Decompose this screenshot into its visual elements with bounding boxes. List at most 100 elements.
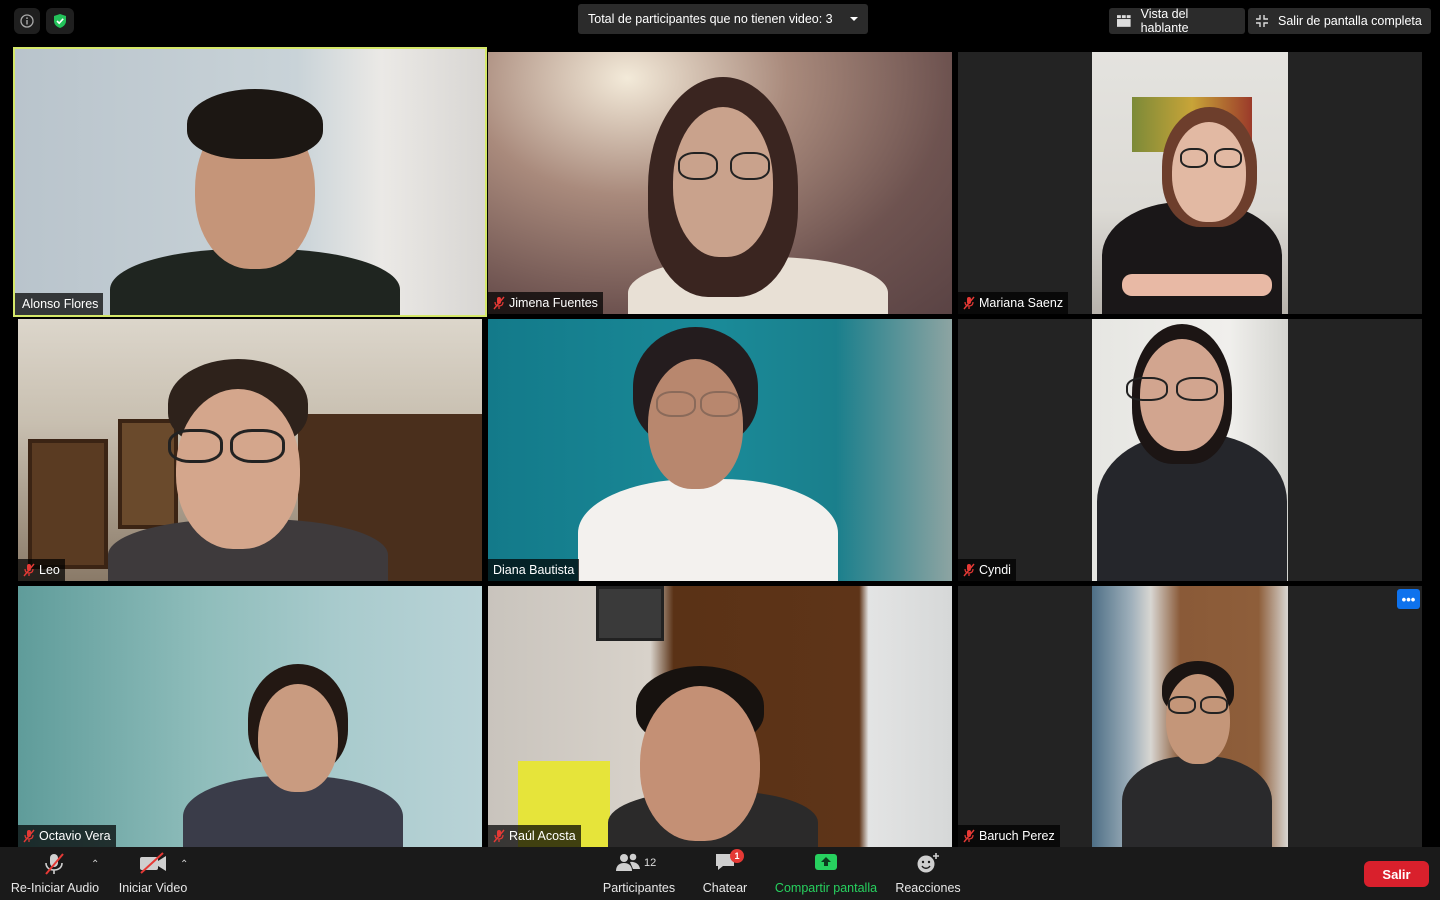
video-feed xyxy=(18,586,482,847)
encryption-button[interactable] xyxy=(46,8,74,34)
video-feed xyxy=(1092,319,1288,581)
video-button[interactable]: Iniciar Video xyxy=(114,847,192,900)
chat-unread-badge: 1 xyxy=(730,849,744,863)
glasses xyxy=(1200,696,1228,714)
video-tile-alonso-flores[interactable]: Alonso Flores xyxy=(13,47,487,317)
reactions-icon xyxy=(917,853,939,873)
person-face xyxy=(1172,122,1246,222)
video-off-icon xyxy=(140,852,166,874)
share-screen-button[interactable]: Compartir pantalla xyxy=(772,847,880,900)
exit-fullscreen-label: Salir de pantalla completa xyxy=(1278,14,1422,28)
person-face xyxy=(673,107,773,257)
person-figure xyxy=(1122,756,1272,847)
participant-name: Mariana Saenz xyxy=(979,296,1064,310)
meeting-controls-toolbar: Re-Iniciar Audio ⌃ Iniciar Video ⌃ 12 Pa… xyxy=(0,847,1440,900)
video-feed xyxy=(18,319,482,581)
audio-button[interactable]: Re-Iniciar Audio xyxy=(8,847,102,900)
participant-name: Alonso Flores xyxy=(22,297,99,311)
glasses xyxy=(230,429,285,463)
glasses xyxy=(1214,148,1242,168)
chat-icon-wrap: 1 xyxy=(714,849,744,874)
participants-label: Participantes xyxy=(602,881,676,895)
video-tile-baruch-perez[interactable]: Baruch Perez xyxy=(958,586,1422,847)
video-feed xyxy=(15,49,485,315)
meeting-info-button[interactable] xyxy=(14,8,40,34)
muted-mic-icon xyxy=(493,296,505,310)
participant-name-tag: Cyndi xyxy=(958,559,1016,581)
video-tile-jimena-fuentes[interactable]: Jimena Fuentes xyxy=(488,52,952,314)
chevron-down-icon xyxy=(850,17,858,21)
person-face xyxy=(258,684,338,792)
exit-fullscreen-button[interactable]: Salir de pantalla completa xyxy=(1248,8,1431,34)
video-feed xyxy=(488,586,952,847)
muted-mic-icon xyxy=(493,829,505,843)
shield-check-icon xyxy=(54,14,66,28)
info-icon xyxy=(20,14,34,28)
glasses xyxy=(1168,696,1196,714)
video-feed xyxy=(488,319,952,581)
video-tile-diana-bautista[interactable]: Diana Bautista xyxy=(488,319,952,581)
glasses xyxy=(1180,148,1208,168)
more-options-icon: ••• xyxy=(1401,591,1416,607)
participant-name-tag: Alonso Flores xyxy=(15,293,104,315)
person-figure xyxy=(578,479,838,581)
video-tile-raul-acosta[interactable]: Raúl Acosta xyxy=(488,586,952,847)
exit-fullscreen-icon xyxy=(1256,15,1268,27)
participants-count: 12 xyxy=(644,857,657,869)
glasses xyxy=(656,391,696,417)
speaker-view-button[interactable]: Vista del hablante xyxy=(1109,7,1245,35)
muted-mic-icon xyxy=(23,829,35,843)
video-feed xyxy=(1092,586,1288,847)
participants-icon-wrap: 12 xyxy=(615,852,663,874)
muted-mic-icon xyxy=(23,563,35,577)
participant-name: Octavio Vera xyxy=(39,829,111,843)
person-face xyxy=(640,686,760,841)
video-label: Iniciar Video xyxy=(118,881,188,895)
participants-icon xyxy=(616,853,640,871)
chat-label: Chatear xyxy=(702,881,748,895)
person-face xyxy=(176,389,300,549)
video-tile-octavio-vera[interactable]: Octavio Vera xyxy=(18,586,482,847)
audio-options-caret[interactable]: ⌃ xyxy=(91,859,99,870)
glasses xyxy=(168,429,223,463)
speaker-view-label: Vista del hablante xyxy=(1140,7,1189,35)
muted-mic-icon xyxy=(963,563,975,577)
video-tile-leo[interactable]: Leo xyxy=(18,319,482,581)
glasses xyxy=(1176,377,1218,401)
participant-name: Leo xyxy=(39,563,60,577)
participant-name: Baruch Perez xyxy=(979,829,1055,843)
video-tile-mariana-saenz[interactable]: Mariana Saenz xyxy=(958,52,1422,314)
video-tile-cyndi[interactable]: Cyndi xyxy=(958,319,1422,581)
participant-name-tag: Mariana Saenz xyxy=(958,292,1069,314)
muted-mic-icon xyxy=(963,296,975,310)
audio-label: Re-Iniciar Audio xyxy=(10,881,100,895)
participant-name: Diana Bautista xyxy=(493,563,575,577)
participants-button[interactable]: 12 Participantes xyxy=(598,847,680,900)
muted-mic-icon xyxy=(963,829,975,843)
glasses xyxy=(700,391,740,417)
more-options-button[interactable]: ••• xyxy=(1397,589,1420,609)
video-options-caret[interactable]: ⌃ xyxy=(180,859,188,870)
person-hair xyxy=(187,89,323,159)
wall-painting xyxy=(118,419,178,529)
person-face xyxy=(648,359,743,489)
glasses xyxy=(1126,377,1168,401)
participant-name: Jimena Fuentes xyxy=(509,296,598,310)
chat-button[interactable]: 1 Chatear xyxy=(696,847,754,900)
video-feed xyxy=(488,52,952,314)
participant-name-tag: Octavio Vera xyxy=(18,825,116,847)
speaker-view-icon xyxy=(1117,15,1131,27)
leave-meeting-button[interactable]: Salir xyxy=(1364,861,1429,887)
participant-name: Cyndi xyxy=(979,563,1011,577)
muted-mic-icon xyxy=(45,853,64,875)
participants-without-video-dropdown[interactable]: Total de participantes que no tienen vid… xyxy=(578,4,868,34)
reactions-label: Reacciones xyxy=(895,881,961,895)
share-screen-icon xyxy=(815,854,837,870)
participant-name-tag: Raúl Acosta xyxy=(488,825,581,847)
reactions-button[interactable]: Reacciones xyxy=(894,847,962,900)
wall-painting xyxy=(28,439,108,569)
participant-name: Raúl Acosta xyxy=(509,829,576,843)
person-face xyxy=(1166,674,1230,764)
leave-label: Salir xyxy=(1382,866,1411,882)
participant-name-tag: Jimena Fuentes xyxy=(488,292,603,314)
